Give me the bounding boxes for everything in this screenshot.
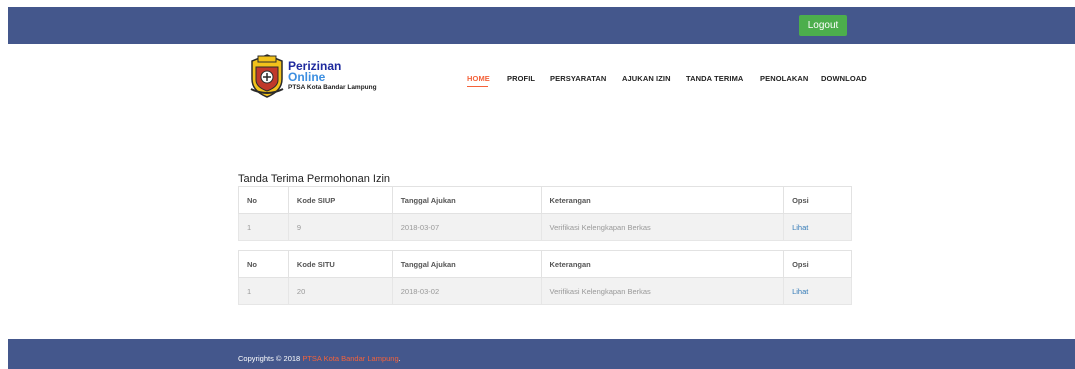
footer-copyright: Copyrights © 2018 PTSA Kota Bandar Lampu… <box>238 354 401 363</box>
siup-table: No Kode SIUP Tanggal Ajukan Keterangan O… <box>238 186 852 241</box>
logout-button[interactable]: Logout <box>799 15 847 36</box>
lihat-link[interactable]: Lihat <box>783 213 852 241</box>
nav-tanda-terima[interactable]: TANDA TERIMA <box>686 74 743 83</box>
col-opsi: Opsi <box>783 186 852 214</box>
nav-home[interactable]: HOME <box>467 74 490 83</box>
col-no: No <box>238 250 289 278</box>
situ-table: No Kode SITU Tanggal Ajukan Keterangan O… <box>238 250 852 305</box>
lihat-link[interactable]: Lihat <box>783 277 852 305</box>
footer-prefix: Copyrights © 2018 <box>238 354 303 363</box>
nav-ajukan-izin[interactable]: AJUKAN IZIN <box>622 74 671 83</box>
page-title: Tanda Terima Permohonan Izin <box>238 173 391 185</box>
col-tanggal-ajukan: Tanggal Ajukan <box>391 186 542 214</box>
cell-tanggal: 2018-03-02 <box>391 277 542 305</box>
nav-download[interactable]: DOWNLOAD <box>821 74 867 83</box>
col-keterangan: Keterangan <box>540 250 785 278</box>
nav-persyaratan[interactable]: PERSYARATAN <box>550 74 606 83</box>
table-header-row: No Kode SIUP Tanggal Ajukan Keterangan O… <box>238 186 852 214</box>
table-row: 1 9 2018-03-07 Verifikasi Kelengkapan Be… <box>238 213 852 241</box>
col-no: No <box>238 186 289 214</box>
cell-keterangan: Verifikasi Kelengkapan Berkas <box>540 277 785 305</box>
table-row: 1 20 2018-03-02 Verifikasi Kelengkapan B… <box>238 277 852 305</box>
main-nav: HOME PROFIL PERSYARATAN AJUKAN IZIN TAND… <box>0 74 1075 86</box>
col-kode-siup: Kode SIUP <box>287 186 393 214</box>
cell-no: 1 <box>238 213 289 241</box>
site-header: Perizinan Online PTSA Kota Bandar Lampun… <box>0 44 1075 114</box>
table-header-row: No Kode SITU Tanggal Ajukan Keterangan O… <box>238 250 852 278</box>
col-kode-situ: Kode SITU <box>287 250 393 278</box>
site-footer: Copyrights © 2018 PTSA Kota Bandar Lampu… <box>8 339 1075 369</box>
nav-profil[interactable]: PROFIL <box>507 74 535 83</box>
footer-link[interactable]: PTSA Kota Bandar Lampung <box>302 354 398 363</box>
nav-penolakan[interactable]: PENOLAKAN <box>760 74 808 83</box>
col-opsi: Opsi <box>783 250 852 278</box>
col-tanggal-ajukan: Tanggal Ajukan <box>391 250 542 278</box>
cell-keterangan: Verifikasi Kelengkapan Berkas <box>540 213 785 241</box>
cell-kode: 20 <box>287 277 393 305</box>
top-bar: Logout <box>8 7 1075 44</box>
cell-kode: 9 <box>287 213 393 241</box>
cell-tanggal: 2018-03-07 <box>391 213 542 241</box>
col-keterangan: Keterangan <box>540 186 785 214</box>
cell-no: 1 <box>238 277 289 305</box>
footer-suffix: . <box>398 354 401 363</box>
nav-active-underline <box>467 86 488 87</box>
